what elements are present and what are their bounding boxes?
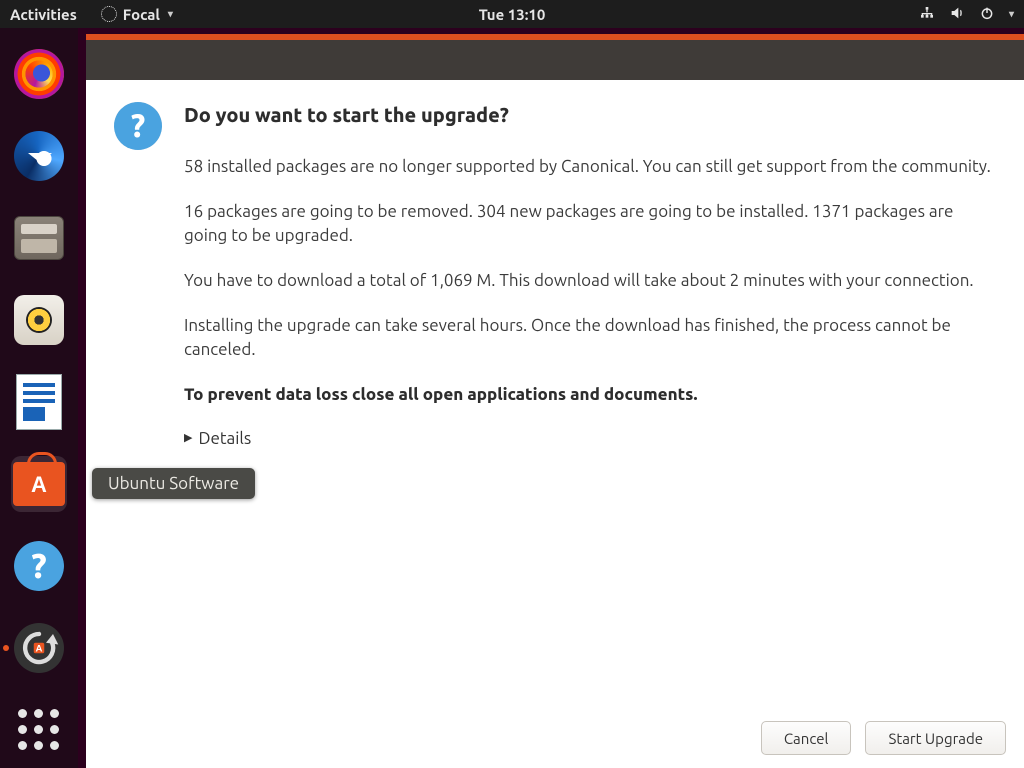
dock-app-ubuntu-software[interactable] (11, 456, 67, 512)
files-icon (14, 216, 64, 260)
dock-app-files[interactable] (11, 210, 67, 266)
ubuntu-dock: ? A (0, 28, 78, 768)
chevron-down-icon: ▾ (1009, 8, 1014, 20)
dock-app-writer[interactable] (11, 374, 67, 430)
dock-app-help[interactable]: ? (11, 538, 67, 594)
release-upgrade-window: ? Do you want to start the upgrade? 58 i… (86, 34, 1024, 768)
chevron-down-icon: ▾ (168, 8, 173, 20)
help-icon: ? (14, 541, 64, 591)
start-upgrade-button[interactable]: Start Upgrade (865, 721, 1006, 755)
triangle-right-icon: ▶ (184, 431, 192, 447)
dock-app-software-updater[interactable]: A (11, 620, 67, 676)
network-icon[interactable] (919, 5, 935, 24)
dialog-warning-text: To prevent data loss close all open appl… (184, 383, 996, 408)
rhythmbox-icon (14, 295, 64, 345)
dock-app-rhythmbox[interactable] (11, 292, 67, 348)
thunderbird-icon (14, 131, 64, 181)
window-titlebar[interactable] (86, 40, 1024, 80)
dock-tooltip: Ubuntu Software (92, 468, 255, 499)
clock[interactable]: Tue 13:10 (479, 6, 546, 23)
dialog-content: ? Do you want to start the upgrade? 58 i… (86, 80, 1024, 714)
app-menu[interactable]: Focal ▾ (101, 6, 173, 23)
power-icon[interactable] (979, 5, 995, 24)
running-indicator (3, 645, 9, 651)
show-applications[interactable] (11, 702, 67, 758)
details-label: Details (198, 427, 251, 452)
system-tray[interactable]: ▾ (919, 5, 1014, 24)
dialog-download-text: You have to download a total of 1,069 M.… (184, 269, 996, 294)
libreoffice-writer-icon (16, 374, 62, 430)
apps-grid-icon (17, 708, 61, 752)
gnome-topbar: Activities Focal ▾ Tue 13:10 ▾ (0, 0, 1024, 28)
volume-icon[interactable] (949, 5, 965, 24)
focal-icon (101, 6, 117, 22)
firefox-icon (14, 49, 64, 99)
activities-button[interactable]: Activities (10, 6, 77, 23)
dialog-footer: Cancel Start Upgrade (86, 714, 1024, 768)
app-menu-label: Focal (123, 6, 160, 23)
details-expander[interactable]: ▶ Details (184, 427, 996, 452)
dialog-unsupported-text: 58 installed packages are no longer supp… (184, 155, 996, 180)
ubuntu-software-icon (13, 462, 65, 506)
software-updater-icon: A (14, 623, 64, 673)
dock-app-thunderbird[interactable] (11, 128, 67, 184)
cancel-button[interactable]: Cancel (761, 721, 852, 755)
question-icon: ? (114, 102, 162, 150)
dialog-changes-text: 16 packages are going to be removed. 304… (184, 200, 996, 249)
dock-app-firefox[interactable] (11, 46, 67, 102)
dialog-duration-text: Installing the upgrade can take several … (184, 314, 996, 363)
svg-text:A: A (36, 644, 43, 655)
dialog-title: Do you want to start the upgrade? (184, 100, 996, 129)
